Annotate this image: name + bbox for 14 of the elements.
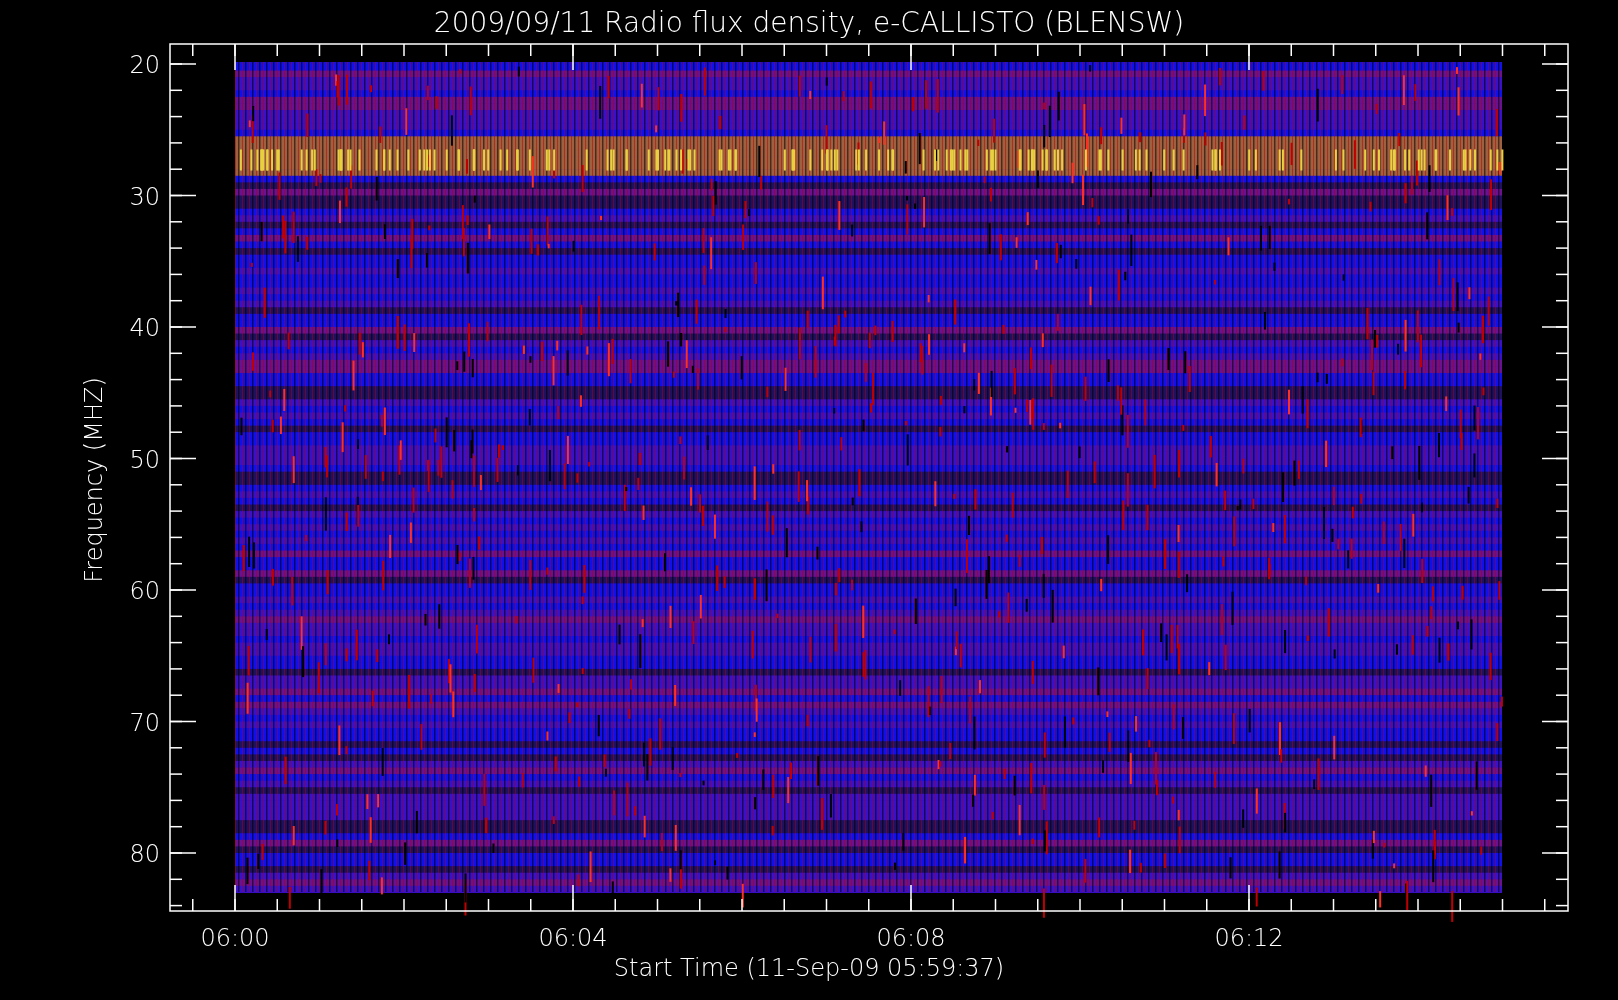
chart-title: 2009/09/11 Radio flux density, e-CALLISTO (BLENSW)	[433, 6, 1185, 39]
y-tick-label: 60	[129, 577, 160, 605]
y-tick-label: 20	[129, 51, 160, 79]
y-tick-label: 30	[129, 182, 160, 211]
x-tick-label: 06:08	[876, 924, 946, 952]
y-tick-label: 50	[129, 445, 160, 474]
x-tick-label: 06:12	[1214, 924, 1284, 952]
y-tick-label: 40	[129, 314, 160, 342]
x-tick-label: 06:04	[538, 924, 608, 952]
y-axis-label: Frequency (MHZ)	[80, 377, 108, 583]
x-axis-label: Start Time (11-Sep-09 05:59:37)	[613, 954, 1005, 982]
y-tick-label: 70	[129, 708, 160, 737]
x-tick-label: 06:00	[200, 924, 270, 952]
y-tick-label: 80	[129, 840, 160, 868]
